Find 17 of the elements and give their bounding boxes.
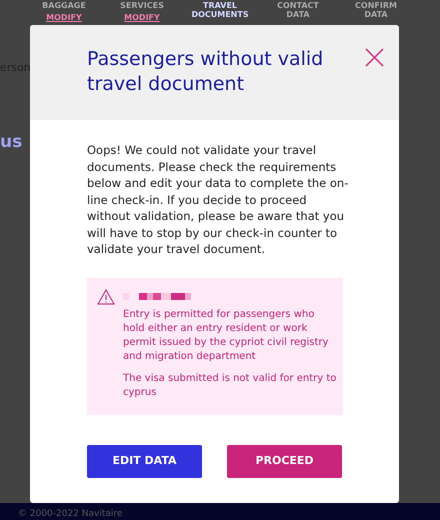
copyright-text: © 2000-2022 Navitaire <box>18 508 124 520</box>
step-label: SERVICES <box>120 1 164 10</box>
edit-button[interactable]: EDIT DATA <box>87 444 202 478</box>
alert-message: Entry is permitted for passengers who hold either an entry resident or work permit issued by the cypriot civil registry and migration department <box>123 308 330 364</box>
warning-icon <box>97 288 115 304</box>
step-label: TRAVEL DOCUMENTS <box>191 1 249 19</box>
dialog-message: Oops! We could not validate your travel documents. Please check the requirements below and edit your data to complete the on-line check-in. If you decide to proceed without validation, please be aware that you will have to stop by our check-in counter to validate your travel document. <box>87 142 349 258</box>
alert-message: The visa submitted is not valid for entry to cyprus <box>123 372 337 400</box>
dialog-title: Passengers without valid travel document <box>87 47 324 97</box>
proceed-button[interactable]: PROCEED <box>227 444 342 478</box>
close-icon[interactable] <box>365 48 384 67</box>
step-label: CONTACT DATA <box>276 1 320 19</box>
background-heading: us <box>0 131 22 154</box>
step-label: BAGGAGE <box>42 1 86 10</box>
step-label: CONFIRM DATA <box>354 1 398 19</box>
modify-link[interactable]: MODIFY <box>124 13 160 22</box>
modify-link[interactable]: MODIFY <box>46 13 82 22</box>
